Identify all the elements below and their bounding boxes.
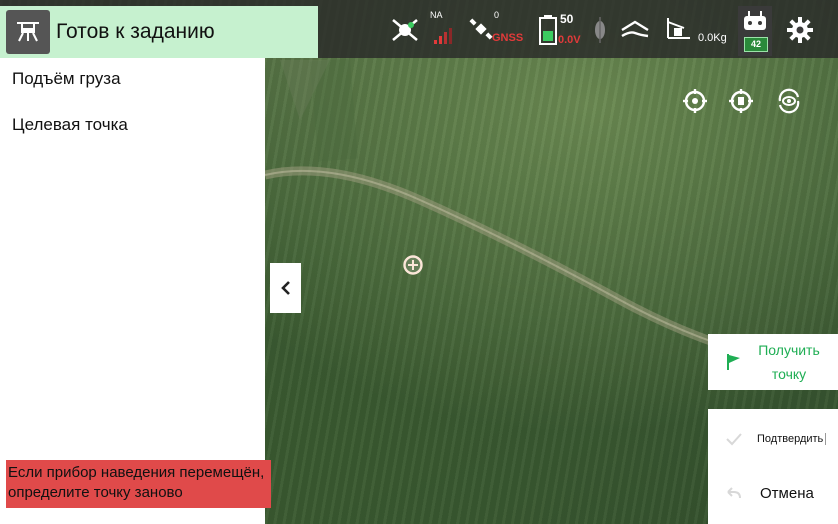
cancel-label: Отмена: [760, 484, 814, 502]
confirm-button[interactable]: Подтвердить: [708, 419, 838, 459]
top-bar: Готов к заданию NA 0 GNSS 50 0.0V 0.0Kg …: [0, 0, 838, 58]
view-toggle-button[interactable]: [776, 88, 802, 114]
undo-icon: [727, 487, 741, 499]
eye-rotate-icon: [778, 88, 800, 114]
status-block[interactable]: Готов к заданию: [0, 6, 318, 58]
flight-mode-icon[interactable]: [592, 10, 610, 50]
payload-weight-value: 0.0Kg: [698, 32, 727, 44]
payload-weight[interactable]: 0.0Kg: [664, 10, 734, 50]
locate-aircraft-button[interactable]: [682, 88, 708, 114]
gear-icon: [787, 17, 813, 43]
locate-me-icon: [729, 89, 753, 113]
chevron-left-icon: [280, 281, 290, 295]
controller-icon: [744, 11, 766, 30]
locate-me-button[interactable]: [728, 88, 754, 114]
left-panel: Подъём груза Целевая точка Если прибор н…: [0, 58, 271, 524]
target-marker[interactable]: [402, 254, 424, 276]
rtk-label: NA: [430, 10, 443, 20]
flag-icon: [727, 354, 740, 370]
confirm-label: Подтвердить: [757, 433, 827, 445]
remote-controller-status[interactable]: 42: [738, 6, 772, 56]
terrain-follow-icon[interactable]: [620, 10, 652, 50]
battery-icon: [539, 15, 557, 45]
locate-aircraft-icon: [683, 89, 707, 113]
battery-voltage: 0.0V: [558, 34, 581, 46]
remote-battery-badge: 42: [744, 37, 768, 52]
gnss-count: 0: [494, 10, 500, 20]
battery-percent: 50: [560, 12, 574, 26]
get-point-label-line2: точку: [771, 366, 807, 382]
battery-status[interactable]: 50 0.0V: [536, 10, 588, 50]
collapse-panel-button[interactable]: [270, 263, 301, 313]
warning-text-line2: определите точку заново: [8, 484, 183, 501]
scale-icon: [667, 18, 690, 39]
warning-banner: Если прибор наведения перемещён, определ…: [6, 460, 271, 508]
rtk-signal[interactable]: NA: [428, 10, 458, 50]
confirm-panel: Подтвердить Отмена: [708, 409, 838, 524]
warning-text-line1: Если прибор наведения перемещён,: [8, 464, 265, 481]
get-point-label: Получить точку: [748, 338, 830, 386]
remote-battery-value: 42: [750, 39, 761, 49]
satellite-icon: [469, 18, 493, 40]
get-point-label-line1: Получить: [758, 342, 820, 358]
settings-button[interactable]: [786, 10, 816, 50]
check-icon: [726, 433, 742, 446]
menu-item-target-point[interactable]: Целевая точка: [12, 115, 128, 135]
cancel-button[interactable]: Отмена: [708, 473, 838, 513]
gnss-label: GNSS: [492, 32, 524, 44]
status-title: Готов к заданию: [56, 20, 215, 43]
drone-icon: [6, 10, 50, 54]
aircraft-status-icon[interactable]: [390, 10, 420, 50]
menu-item-cargo-lift[interactable]: Подъём груза: [12, 69, 121, 89]
get-point-button[interactable]: Получить точку: [708, 334, 838, 390]
signal-bars-icon: [434, 28, 452, 44]
gnss-status[interactable]: 0 GNSS: [468, 10, 530, 50]
